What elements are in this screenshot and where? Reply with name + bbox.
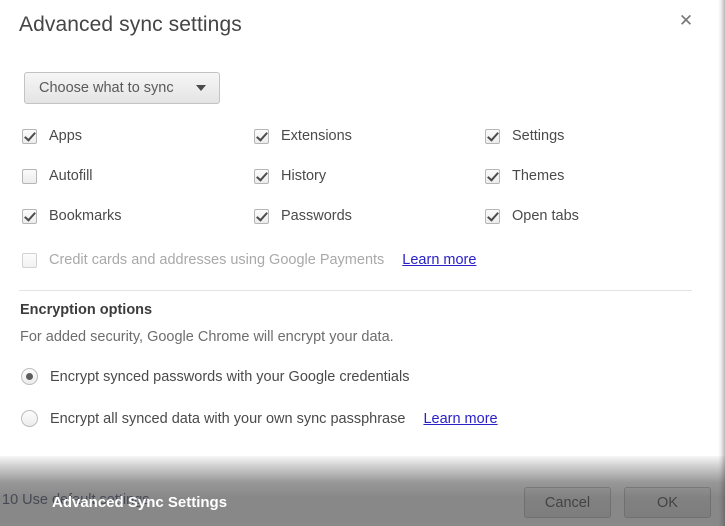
dropdown-label: Choose what to sync: [39, 80, 174, 96]
sync-checkbox-open-tabs[interactable]: Open tabs: [485, 208, 579, 224]
sync-checkbox-extensions[interactable]: Extensions: [254, 128, 352, 144]
page-title: Advanced sync settings: [19, 13, 242, 36]
sync-item-label: Apps: [49, 128, 83, 144]
section-divider: [19, 290, 692, 291]
choose-what-to-sync-dropdown[interactable]: Choose what to sync: [24, 72, 220, 104]
sync-item-label: Autofill: [49, 168, 93, 184]
sync-checkbox-history[interactable]: History: [254, 168, 326, 184]
radio-icon[interactable]: [21, 368, 38, 385]
checkbox-icon[interactable]: [254, 168, 269, 184]
advanced-sync-settings-dialog: Advanced sync settings ✕ Choose what to …: [0, 0, 711, 526]
radio-encrypt-passwords-google[interactable]: Encrypt synced passwords with your Googl…: [21, 368, 409, 385]
credit-cards-label: Credit cards and addresses using Google …: [49, 252, 385, 268]
screenshot-root: Advanced sync settings ✕ Choose what to …: [0, 0, 725, 526]
checkbox-icon[interactable]: [254, 128, 269, 144]
checkbox-icon[interactable]: [485, 168, 500, 184]
sync-row-3: Bookmarks Passwords Open tabs: [0, 208, 711, 248]
sync-item-label: Bookmarks: [49, 208, 122, 224]
sync-checkbox-bookmarks[interactable]: Bookmarks: [22, 208, 122, 224]
sync-checkbox-autofill[interactable]: Autofill: [22, 168, 93, 184]
sync-item-label: Settings: [512, 128, 565, 144]
close-icon[interactable]: ✕: [673, 7, 699, 33]
sync-item-label: Extensions: [281, 128, 352, 144]
sync-row-2: Autofill History Themes: [0, 168, 711, 208]
sync-checkbox-themes[interactable]: Themes: [485, 168, 564, 184]
checkbox-icon[interactable]: [254, 208, 269, 224]
checkbox-icon[interactable]: [22, 168, 37, 184]
checkbox-icon[interactable]: [22, 208, 37, 224]
credit-cards-learn-more-link[interactable]: Learn more: [402, 252, 476, 268]
checkbox-icon[interactable]: [22, 128, 37, 144]
encryption-description: For added security, Google Chrome will e…: [20, 329, 394, 345]
dialog-action-buttons: Cancel OK: [524, 487, 711, 518]
checkbox-icon: [22, 252, 37, 268]
sync-row-1: Apps Extensions Settings: [0, 128, 711, 168]
radio-label: Encrypt all synced data with your own sy…: [50, 410, 406, 427]
sync-item-label: Themes: [512, 168, 565, 184]
cancel-button[interactable]: Cancel: [524, 487, 611, 518]
checkbox-icon[interactable]: [485, 208, 500, 224]
sync-items-grid: Apps Extensions Settings Autofill Histor…: [0, 128, 711, 248]
sync-item-label: Open tabs: [512, 208, 579, 224]
radio-encrypt-all-passphrase[interactable]: Encrypt all synced data with your own sy…: [21, 410, 498, 427]
ok-button[interactable]: OK: [624, 487, 711, 518]
sync-item-label: Passwords: [281, 208, 352, 224]
radio-label: Encrypt synced passwords with your Googl…: [50, 368, 410, 385]
checkbox-icon[interactable]: [485, 128, 500, 144]
sync-item-label: History: [281, 168, 327, 184]
sync-checkbox-settings[interactable]: Settings: [485, 128, 564, 144]
radio-icon[interactable]: [21, 410, 38, 427]
sync-checkbox-apps[interactable]: Apps: [22, 128, 82, 144]
encryption-options-heading: Encryption options: [20, 302, 153, 318]
page-right-edge: [718, 0, 725, 526]
chevron-down-icon: [195, 85, 206, 91]
passphrase-learn-more-link[interactable]: Learn more: [423, 411, 497, 427]
sync-checkbox-credit-cards: Credit cards and addresses using Google …: [22, 252, 476, 268]
sync-checkbox-passwords[interactable]: Passwords: [254, 208, 352, 224]
overlay-window-title: Advanced Sync Settings: [52, 494, 228, 511]
